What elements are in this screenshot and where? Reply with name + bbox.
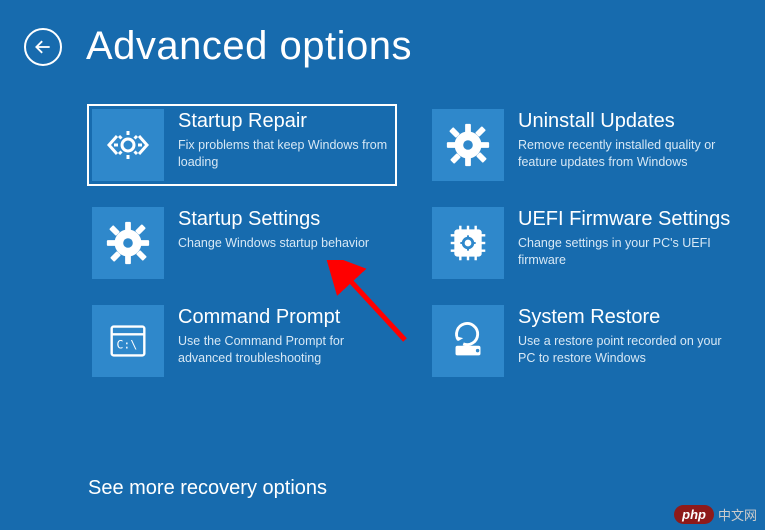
tile-desc: Change settings in your PC's UEFI firmwa… [518,235,732,269]
arrow-left-icon [33,37,53,57]
cmd-icon: C:\ [92,305,164,377]
back-button[interactable] [24,28,62,66]
tile-command-prompt[interactable]: C:\ Command Prompt Use the Command Promp… [88,301,396,381]
chip-gear-icon [432,207,504,279]
tile-system-restore[interactable]: System Restore Use a restore point recor… [428,301,736,381]
tile-desc: Use the Command Prompt for advanced trou… [178,333,392,367]
see-more-link[interactable]: See more recovery options [88,477,327,500]
svg-text:C:\: C:\ [116,338,137,352]
tile-uefi-firmware[interactable]: UEFI Firmware Settings Change settings i… [428,203,736,283]
tile-desc: Fix problems that keep Windows from load… [178,137,392,171]
tile-title: Startup Settings [178,207,392,231]
gear-icon [432,109,504,181]
tile-desc: Use a restore point recorded on your PC … [518,333,732,367]
tile-title: Command Prompt [178,305,392,329]
tile-desc: Change Windows startup behavior [178,235,392,252]
tile-startup-repair[interactable]: Startup Repair Fix problems that keep Wi… [88,105,396,185]
tile-uninstall-updates[interactable]: Uninstall Updates Remove recently instal… [428,105,736,185]
tile-title: UEFI Firmware Settings [518,207,732,231]
tile-title: Startup Repair [178,109,392,133]
tile-title: System Restore [518,305,732,329]
options-grid: Startup Repair Fix problems that keep Wi… [0,69,765,381]
watermark: php 中文网 [674,505,757,524]
restore-icon [432,305,504,377]
watermark-text: 中文网 [718,505,757,524]
watermark-brand: php [674,505,714,524]
tile-startup-settings[interactable]: Startup Settings Change Windows startup … [88,203,396,283]
page-title: Advanced options [86,24,412,69]
tile-desc: Remove recently installed quality or fea… [518,137,732,171]
code-gear-icon [92,109,164,181]
tile-title: Uninstall Updates [518,109,732,133]
gear-icon [92,207,164,279]
